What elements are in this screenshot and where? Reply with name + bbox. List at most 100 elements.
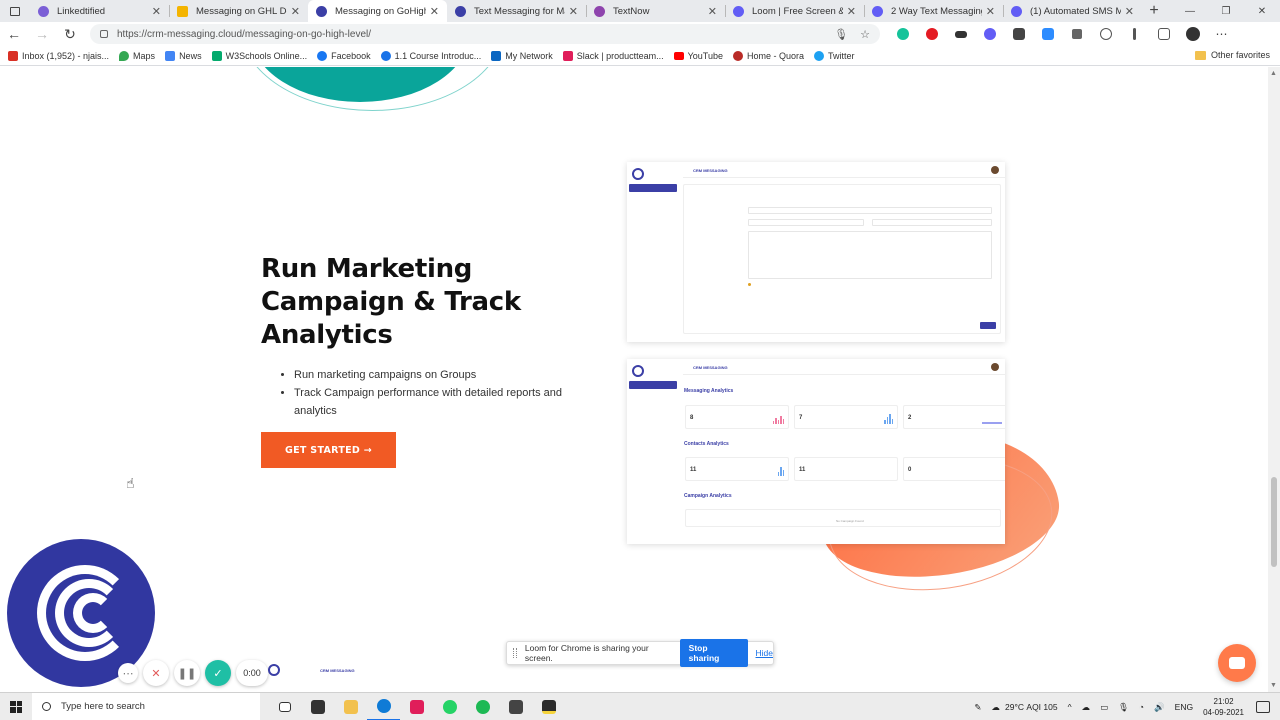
- close-tab-icon[interactable]: ✕: [847, 5, 856, 18]
- bookmark-quora[interactable]: Home - Quora: [732, 50, 804, 61]
- collections-icon[interactable]: [1149, 22, 1178, 46]
- close-tab-icon[interactable]: ✕: [291, 5, 300, 18]
- bookmark-twitter[interactable]: Twitter: [814, 50, 855, 61]
- taskbar-apps: [268, 693, 565, 720]
- microphone-icon[interactable]: 🎙: [834, 28, 848, 41]
- scroll-up-arrow-icon[interactable]: ▲: [1270, 70, 1277, 77]
- pen-icon[interactable]: ✎: [974, 702, 981, 713]
- page-scrollbar[interactable]: ▲ ▼: [1268, 67, 1280, 692]
- bookmark-youtube[interactable]: YouTube: [673, 51, 723, 61]
- tray-chevron-icon[interactable]: ^: [1068, 702, 1072, 712]
- tab-2way-text[interactable]: 2 Way Text Messaging on✕: [864, 0, 1003, 22]
- chat-widget-button[interactable]: [1218, 644, 1256, 682]
- edge-icon[interactable]: [367, 693, 400, 720]
- tab-loom[interactable]: Loom | Free Screen & Video✕: [725, 0, 864, 22]
- slack-icon: [562, 50, 573, 61]
- file-explorer-icon[interactable]: [334, 693, 367, 720]
- vr-extension-icon[interactable]: [946, 22, 975, 46]
- sharing-message: Loom for Chrome is sharing your screen.: [524, 643, 649, 663]
- new-tab-button[interactable]: +: [1142, 0, 1166, 22]
- campaign-table: No Campaign Found: [685, 509, 1001, 527]
- slack-app-icon[interactable]: [400, 693, 433, 720]
- battery-icon[interactable]: ▭: [1100, 702, 1108, 713]
- more-options-icon[interactable]: ⋯: [118, 663, 138, 683]
- system-clock[interactable]: 21:02 04-09-2021: [1203, 696, 1244, 718]
- back-arrow-icon[interactable]: ←: [0, 22, 28, 46]
- close-tab-icon[interactable]: ✕: [152, 5, 161, 18]
- opera-extension-icon[interactable]: [917, 22, 946, 46]
- taskbar-search[interactable]: Type here to search: [32, 692, 260, 720]
- extensions-puzzle-icon[interactable]: [1062, 22, 1091, 46]
- section-headline: Run Marketing Campaign & Track Analytics: [261, 254, 521, 350]
- minimize-icon[interactable]: —: [1172, 0, 1208, 22]
- bookmark-w3schools[interactable]: W3Schools Online...: [211, 50, 307, 61]
- close-tab-icon[interactable]: ✕: [986, 5, 995, 18]
- sidekick-extension-icon[interactable]: [1004, 22, 1033, 46]
- tab-automated-sms[interactable]: (1) Automated SMS Messages✕: [1003, 0, 1142, 22]
- more-menu-icon[interactable]: ⋯: [1207, 22, 1236, 46]
- task-view-icon[interactable]: [268, 693, 301, 720]
- close-tab-icon[interactable]: ✕: [569, 5, 578, 18]
- notifications-icon[interactable]: [1256, 701, 1270, 713]
- close-tab-icon[interactable]: ✕: [430, 5, 439, 18]
- forward-arrow-icon[interactable]: →: [28, 22, 56, 46]
- finish-recording-icon[interactable]: ✓: [205, 660, 231, 686]
- hide-link[interactable]: Hide: [756, 648, 773, 658]
- microphone-tray-icon[interactable]: 🎙: [1118, 702, 1129, 713]
- whatsapp-icon[interactable]: [433, 693, 466, 720]
- feature-list: Run marketing campaigns on Groups Track …: [294, 366, 584, 420]
- sticky-notes-icon[interactable]: [532, 693, 565, 720]
- campaign-analytics-title: Campaign Analytics: [684, 493, 732, 499]
- zoom-extension-icon[interactable]: [1033, 22, 1062, 46]
- stat-card: 0: [903, 457, 1005, 481]
- scroll-thumb[interactable]: [1271, 477, 1277, 567]
- tab-actions-menu-icon[interactable]: [0, 0, 30, 22]
- bookmark-news[interactable]: News: [165, 50, 202, 61]
- close-tab-icon[interactable]: ✕: [1125, 5, 1134, 18]
- restore-icon[interactable]: ❐: [1208, 0, 1244, 22]
- downloads-icon[interactable]: [1120, 22, 1149, 46]
- bookmark-slack[interactable]: Slack | productteam...: [562, 50, 664, 61]
- calculator-icon[interactable]: [499, 693, 532, 720]
- chat-bubble-icon: [1229, 657, 1245, 669]
- close-tab-icon[interactable]: ✕: [708, 5, 717, 18]
- puzzle-extension-icon[interactable]: [975, 22, 1004, 46]
- tab-ghl-demo[interactable]: Messaging on GHL Demo✕: [169, 0, 308, 22]
- pause-icon[interactable]: ❚❚: [174, 660, 200, 686]
- weather-cloud-icon: ☁: [991, 701, 1001, 712]
- tab-messaging-gohighlevel[interactable]: Messaging on GoHighLevel✕: [308, 0, 447, 22]
- spotify-icon[interactable]: [466, 693, 499, 720]
- loom-favicon-icon: [872, 5, 883, 17]
- start-button[interactable]: [0, 693, 32, 720]
- reload-icon[interactable]: ↻: [56, 22, 84, 46]
- crm-messaging-favicon-icon: [455, 5, 466, 17]
- language-indicator[interactable]: ENG: [1175, 702, 1193, 712]
- bookmark-facebook[interactable]: Facebook: [317, 50, 371, 61]
- volume-icon[interactable]: 🔊: [1154, 702, 1165, 713]
- cancel-recording-icon[interactable]: ✕: [143, 660, 169, 686]
- lock-icon[interactable]: [100, 30, 108, 38]
- tab-textnow[interactable]: TextNow ✕: [586, 0, 725, 22]
- get-started-button[interactable]: GET STARTED →: [261, 432, 396, 468]
- bookmark-linkedin[interactable]: My Network: [491, 50, 553, 61]
- history-icon[interactable]: [1091, 22, 1120, 46]
- address-bar[interactable]: https://crm-messaging.cloud/messaging-on…: [90, 24, 880, 44]
- tab-text-messaging-marketing[interactable]: Text Messaging for Marketing✕: [447, 0, 586, 22]
- weather-widget[interactable]: ☁ 29°C AQI 105: [992, 702, 1058, 713]
- stop-sharing-button[interactable]: Stop sharing: [679, 639, 748, 667]
- url-text[interactable]: https://crm-messaging.cloud/messaging-on…: [117, 29, 822, 40]
- drag-handle-icon[interactable]: [513, 648, 517, 658]
- scroll-down-arrow-icon[interactable]: ▼: [1270, 682, 1277, 689]
- favorite-star-icon[interactable]: ☆: [860, 28, 870, 41]
- bookmark-maps[interactable]: Maps: [119, 50, 155, 61]
- tab-linkedtified[interactable]: Linkedtified ✕: [30, 0, 169, 22]
- bookmark-gmail[interactable]: Inbox (1,952) - njais...: [8, 50, 109, 61]
- grammarly-extension-icon[interactable]: [888, 22, 917, 46]
- store-icon[interactable]: [301, 693, 334, 720]
- cloud-sync-icon[interactable]: ☁: [1082, 702, 1091, 713]
- close-window-icon[interactable]: ✕: [1244, 0, 1280, 22]
- profile-avatar-icon[interactable]: [1178, 22, 1207, 46]
- bookmark-course[interactable]: 1.1 Course Introduc...: [380, 50, 481, 61]
- network-icon[interactable]: ◔: [1139, 702, 1144, 712]
- other-favorites-folder[interactable]: Other favorites: [1194, 50, 1270, 60]
